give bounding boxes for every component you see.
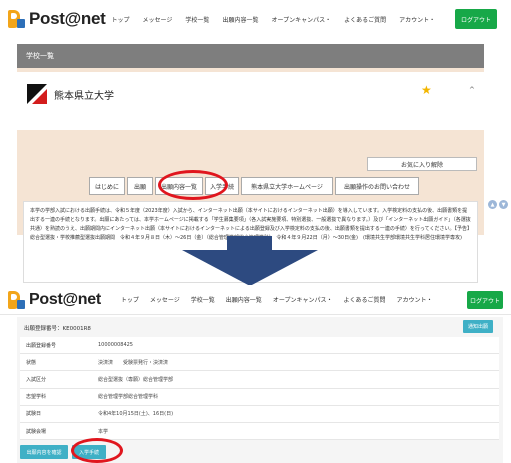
post-net-logo-icon — [8, 10, 26, 28]
logout-button[interactable]: ログアウト — [455, 9, 497, 29]
remove-favorite-button[interactable]: お気に入り解除 — [367, 157, 477, 171]
nav-open-campus[interactable]: オープンキャンパス・ — [271, 15, 331, 24]
row-value: 令和4年10月15日(土)、16日(日) — [98, 411, 174, 418]
logo-text: Post@net — [29, 9, 106, 28]
nav-application-list[interactable]: 出願内容一覧 — [222, 15, 258, 24]
row-value: 10000008425 — [98, 342, 133, 349]
nav-open-campus[interactable]: オープンキャンパス・ — [273, 295, 333, 304]
nav-messages[interactable]: メッセージ — [150, 295, 180, 304]
row-value: 本学 — [98, 428, 109, 435]
scroll-up-icon[interactable]: ▲ — [488, 200, 497, 209]
nav-school-list[interactable]: 学校一覧 — [185, 15, 209, 24]
logo-text: Post@net — [29, 290, 101, 308]
university-name: 熊本県立大学 — [54, 91, 114, 102]
row-value: 決済済 受験票発行・決済済 — [98, 359, 169, 366]
nav-top[interactable]: トップ — [121, 295, 139, 304]
favorite-star-icon[interactable]: ★ — [421, 83, 432, 97]
row-label: 出願登録番号 — [26, 342, 57, 349]
second-header: Post@net トップ メッセージ 学校一覧 出願内容一覧 オープンキャンパス… — [0, 285, 511, 315]
transition-arrow-icon — [182, 236, 318, 286]
nav-account[interactable]: アカウント・ — [399, 15, 435, 24]
application-number-label: 出願登録番号： — [24, 326, 63, 332]
nav-top[interactable]: トップ — [112, 15, 130, 24]
table-row: 状態 決済済 受験票発行・決済済 — [20, 354, 499, 372]
row-label: 状態 — [26, 359, 37, 366]
top-header: Post@net トップ メッセージ 学校一覧 出願内容一覧 オープンキャンパス… — [0, 0, 511, 38]
post-net-logo-icon — [8, 290, 26, 309]
row-label: 試験会場 — [26, 428, 47, 435]
table-row: 出願登録番号 10000008425 — [20, 337, 499, 355]
nav-account[interactable]: アカウント・ — [396, 295, 432, 304]
tab-introduction[interactable]: はじめに — [89, 177, 125, 195]
university-emblem-icon — [27, 84, 47, 104]
nav-school-list[interactable]: 学校一覧 — [191, 295, 215, 304]
post-net-logo[interactable]: Post@net — [8, 290, 101, 309]
table-row: 入試区分 総合型選抜（専願）総合管理学部 — [20, 371, 499, 389]
nav-application-list[interactable]: 出願内容一覧 — [226, 295, 262, 304]
scroll-down-icon[interactable]: ▼ — [499, 200, 508, 209]
highlight-application-list-tab — [158, 170, 228, 200]
row-value: 総合管理学部総合管理学科 — [98, 394, 159, 401]
chevron-up-icon[interactable]: ^ — [469, 86, 475, 94]
application-number-value: KE0001R8 — [62, 326, 91, 332]
row-label: 志望学科 — [26, 394, 47, 401]
university-row[interactable]: 熊本県立大学 ★ ^ — [17, 72, 484, 130]
row-label: 試験日 — [26, 411, 42, 418]
contact-button[interactable]: 通知出願 — [463, 320, 493, 333]
main-nav: トップ メッセージ 学校一覧 出願内容一覧 オープンキャンパス・ よくあるご質問… — [112, 15, 449, 24]
row-value: 総合型選抜（専願）総合管理学部 — [98, 376, 174, 383]
tab-apply[interactable]: 出願 — [127, 177, 153, 195]
scroll-buttons: ▲ ▼ — [488, 200, 510, 209]
nav-messages[interactable]: メッセージ — [143, 15, 173, 24]
logout-button[interactable]: ログアウト — [467, 291, 503, 309]
school-list-title: 学校一覧 — [17, 44, 484, 68]
tab-university-homepage[interactable]: 熊本県立大学ホームページ — [241, 177, 333, 195]
application-number: 出願登録番号：KE0001R8 — [24, 324, 91, 332]
table-row: 試験日 令和4年10月15日(土)、16日(日) — [20, 405, 499, 423]
row-label: 入試区分 — [26, 376, 47, 383]
school-tabs: はじめに 出願 出願内容一覧 入学手続 熊本県立大学ホームページ 出願操作のお問… — [89, 177, 421, 195]
table-row: 志望学科 総合管理学部総合管理学科 — [20, 388, 499, 406]
nav-faq[interactable]: よくあるご質問 — [343, 295, 385, 304]
confirm-application-button[interactable]: 出願内容を確認 — [20, 445, 68, 459]
highlight-enrollment-button — [71, 438, 123, 463]
post-net-logo[interactable]: Post@net — [8, 9, 106, 29]
application-detail-table: 出願登録番号 10000008425 状態 決済済 受験票発行・決済済 入試区分… — [20, 337, 499, 441]
nav-faq[interactable]: よくあるご質問 — [344, 15, 386, 24]
tab-inquiry[interactable]: 出願操作のお問い合わせ — [335, 177, 419, 195]
school-list-panel: 学校一覧 熊本県立大学 ★ ^ お気に入り解除 はじめに 出願 出願内容一覧 入… — [17, 44, 484, 283]
main-nav: トップ メッセージ 学校一覧 出願内容一覧 オープンキャンパス・ よくあるご質問… — [121, 295, 444, 304]
